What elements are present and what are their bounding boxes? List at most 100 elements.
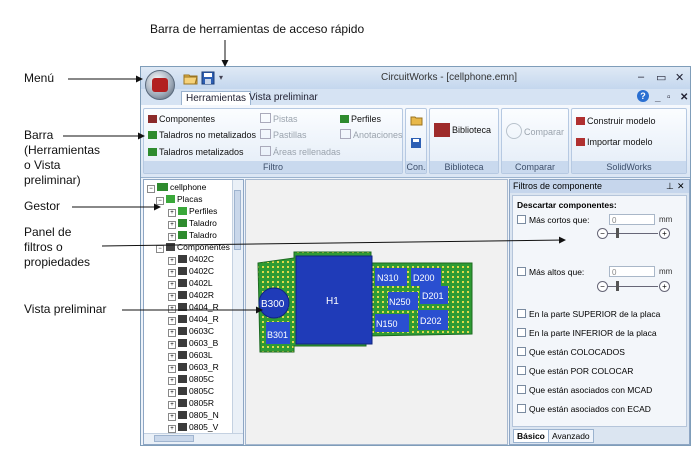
mdi-close-button[interactable]: ✕ xyxy=(676,91,690,105)
expand-icon[interactable]: + xyxy=(168,257,176,265)
save-icon[interactable] xyxy=(201,71,216,85)
expand-icon[interactable]: + xyxy=(168,425,176,433)
tree-component-item[interactable]: +0603L xyxy=(168,349,213,361)
tree-item[interactable]: + Taladro xyxy=(168,217,217,229)
tree-component-item[interactable]: +0404_R xyxy=(168,301,219,313)
top-side-checkbox[interactable]: En la parte SUPERIOR de la placa xyxy=(517,309,660,319)
expand-icon[interactable]: + xyxy=(168,317,176,325)
expand-icon[interactable]: + xyxy=(168,365,176,373)
expand-icon[interactable]: + xyxy=(168,353,176,361)
expand-icon[interactable]: + xyxy=(168,281,176,289)
tree-placas[interactable]: − Placas xyxy=(156,193,203,205)
taller-increase-button[interactable]: + xyxy=(659,281,670,292)
tree-component-item[interactable]: +0805R xyxy=(168,397,214,409)
open-connection-icon[interactable] xyxy=(410,114,423,129)
tree-component-item[interactable]: +0805C xyxy=(168,385,214,397)
tree-component-item[interactable]: +0404_R xyxy=(168,313,219,325)
preview-pane[interactable]: H1 B300 B301 N310 D200 N250 D201 N150 D2… xyxy=(245,179,508,445)
taller-slider-thumb[interactable] xyxy=(616,281,619,291)
filter-perfiles-button[interactable]: Perfiles xyxy=(340,113,381,125)
filter-pistas-button[interactable]: Pistas xyxy=(260,113,298,125)
checkbox-box[interactable] xyxy=(517,385,526,394)
expand-icon[interactable]: + xyxy=(168,341,176,349)
close-button[interactable]: ✕ xyxy=(675,71,684,84)
checkbox-box[interactable] xyxy=(517,267,526,276)
tree-component-item[interactable]: +0603_B xyxy=(168,337,218,349)
tab-vista-preliminar[interactable]: Vista preliminar xyxy=(245,91,322,105)
tree-component-item[interactable]: +0805_V xyxy=(168,421,218,433)
open-folder-icon[interactable] xyxy=(183,71,198,85)
tree-component-item[interactable]: +0805_N xyxy=(168,409,219,421)
expand-icon[interactable]: + xyxy=(168,329,176,337)
checkbox-box[interactable] xyxy=(517,404,526,413)
expand-icon[interactable]: + xyxy=(168,293,176,301)
help-icon[interactable]: ? xyxy=(637,90,649,102)
tree-component-item[interactable]: +0402L xyxy=(168,277,213,289)
maximize-button[interactable]: ▭ xyxy=(656,71,666,84)
bottom-side-checkbox[interactable]: En la parte INFERIOR de la placa xyxy=(517,328,657,338)
tab-herramientas[interactable]: Herramientas xyxy=(181,91,252,106)
expand-icon[interactable]: + xyxy=(168,389,176,397)
tree-component-item[interactable]: +0603C xyxy=(168,325,214,337)
expand-icon[interactable]: + xyxy=(168,305,176,313)
panel-close-icon[interactable]: ✕ xyxy=(677,180,685,193)
shorter-than-checkbox[interactable]: Más cortos que: xyxy=(517,215,589,225)
qat-dropdown-icon[interactable]: ▾ xyxy=(219,73,234,87)
importar-modelo-button[interactable]: Importar modelo xyxy=(576,136,653,148)
biblioteca-button[interactable]: Biblioteca xyxy=(434,123,491,137)
tree-componentes[interactable]: − Componentes xyxy=(156,241,230,253)
tree-component-item[interactable]: +0402C xyxy=(168,265,214,277)
tree-item[interactable]: + Perfiles xyxy=(168,205,217,217)
comparar-button[interactable]: Comparar xyxy=(506,123,564,139)
expand-icon[interactable]: + xyxy=(168,269,176,277)
placed-checkbox[interactable]: Que están COLOCADOS xyxy=(517,347,625,357)
filter-taladros-metalizados-button[interactable]: Taladros metalizados xyxy=(148,146,244,158)
checkbox-box[interactable] xyxy=(517,215,526,224)
tab-avanzado[interactable]: Avanzado xyxy=(548,429,594,443)
filter-areas-rellenadas-button[interactable]: Áreas rellenadas xyxy=(260,146,341,158)
checkbox-box[interactable] xyxy=(517,309,526,318)
ecad-checkbox[interactable]: Que están asociados con ECAD xyxy=(517,404,651,414)
checkbox-box[interactable] xyxy=(517,366,526,375)
expand-icon[interactable]: + xyxy=(168,401,176,409)
expand-icon[interactable]: + xyxy=(168,209,176,217)
filter-anotaciones-button[interactable]: Anotaciones xyxy=(340,129,403,141)
construir-modelo-button[interactable]: Construir modelo xyxy=(576,115,656,127)
tree-component-item[interactable]: +0603_R xyxy=(168,361,219,373)
filter-pastillas-button[interactable]: Pastillas xyxy=(260,129,307,141)
tree-component-item[interactable]: +0805C xyxy=(168,373,214,385)
collapse-icon[interactable]: − xyxy=(156,197,164,205)
tree-horizontal-thumb[interactable] xyxy=(154,435,194,442)
tree-item[interactable]: + Taladro xyxy=(168,229,217,241)
collapse-icon[interactable]: − xyxy=(156,245,164,253)
expand-icon[interactable]: + xyxy=(168,413,176,421)
shorter-slider-thumb[interactable] xyxy=(616,228,619,238)
collapse-icon[interactable]: − xyxy=(147,185,155,193)
shorter-increase-button[interactable]: + xyxy=(659,228,670,239)
shorter-than-input[interactable]: 0 xyxy=(609,214,655,225)
tab-basico[interactable]: Básico xyxy=(513,429,549,443)
tree-vertical-scrollbar[interactable] xyxy=(232,180,243,434)
pin-icon[interactable]: ⊥ xyxy=(666,180,674,193)
expand-icon[interactable]: + xyxy=(168,221,176,229)
save-connection-icon[interactable] xyxy=(410,137,422,152)
minimize-button[interactable]: – xyxy=(638,71,644,83)
expand-icon[interactable]: + xyxy=(168,233,176,241)
tree-root[interactable]: − cellphone xyxy=(147,181,206,193)
application-menu-button[interactable] xyxy=(145,70,175,100)
mcad-checkbox[interactable]: Que están asociados con MCAD xyxy=(517,385,652,395)
tree-component-item[interactable]: +0402R xyxy=(168,289,214,301)
shorter-decrease-button[interactable]: − xyxy=(597,228,608,239)
tree-vertical-thumb[interactable] xyxy=(234,190,241,250)
filter-taladros-no-metalizados-button[interactable]: Taladros no metalizados xyxy=(148,129,256,141)
mdi-restore-button[interactable]: ▫ xyxy=(663,91,675,105)
checkbox-box[interactable] xyxy=(517,347,526,356)
taller-than-checkbox[interactable]: Más altos que: xyxy=(517,267,584,277)
tree-horizontal-scrollbar[interactable] xyxy=(144,433,243,444)
checkbox-box[interactable] xyxy=(517,328,526,337)
taller-decrease-button[interactable]: − xyxy=(597,281,608,292)
tree-component-item[interactable]: +0402C xyxy=(168,253,214,265)
unplaced-checkbox[interactable]: Que están POR COLOCAR xyxy=(517,366,633,376)
filter-componentes-button[interactable]: Componentes xyxy=(148,113,215,125)
taller-than-input[interactable]: 0 xyxy=(609,266,655,277)
